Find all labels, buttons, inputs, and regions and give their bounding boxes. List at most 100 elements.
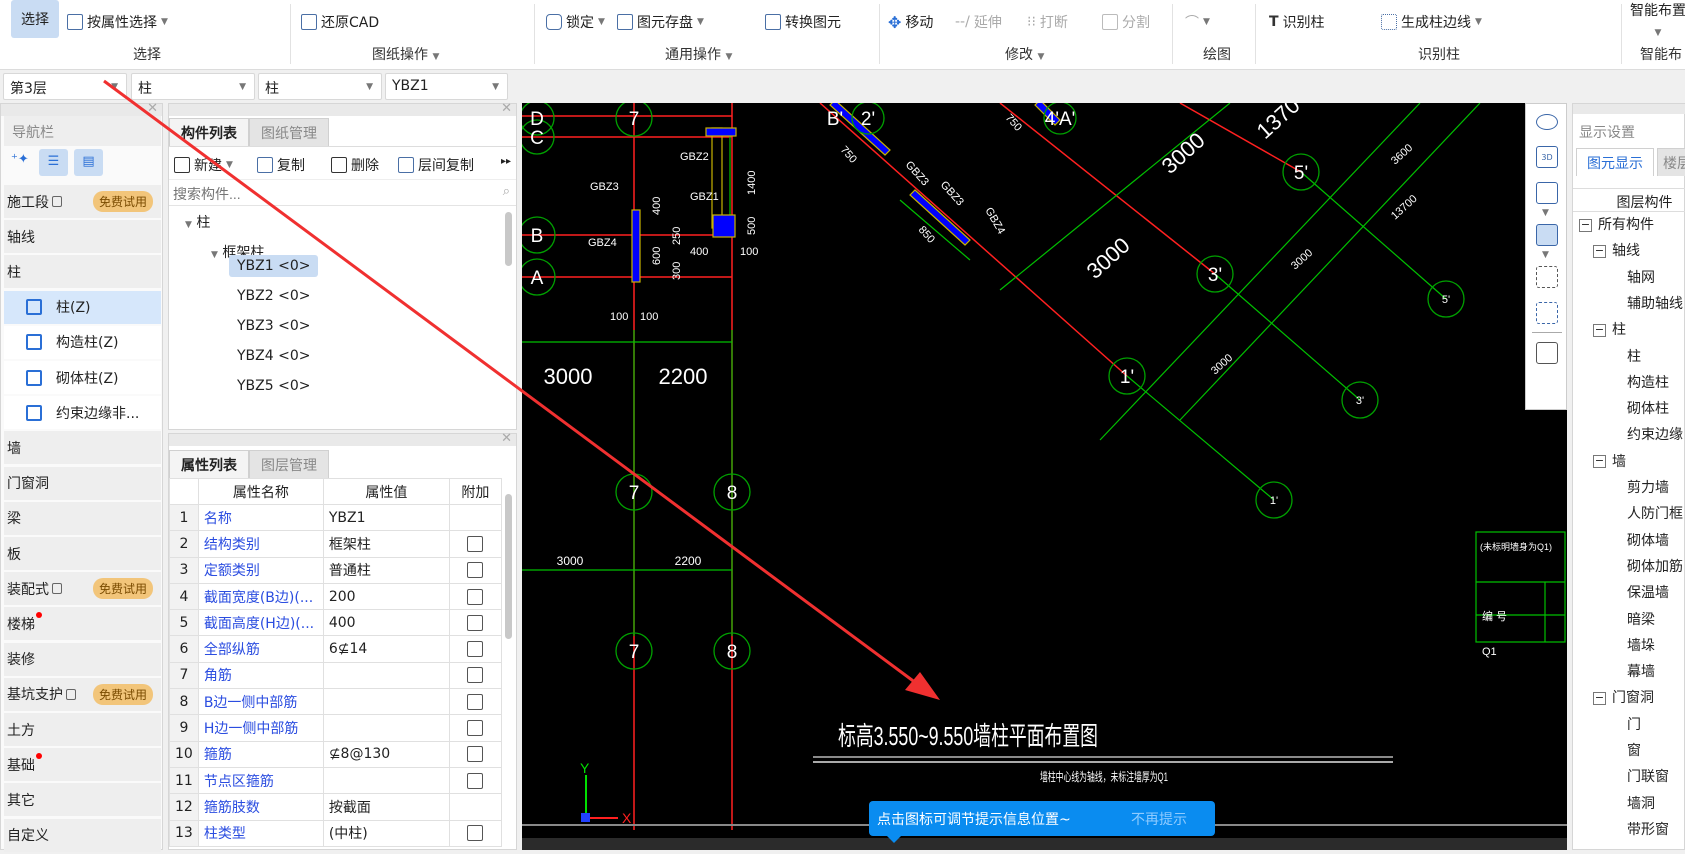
close-icon[interactable]: ✕ <box>147 101 158 116</box>
layer-tree-item[interactable]: − 柱 <box>1593 319 1626 339</box>
collapse-icon[interactable]: − <box>1579 218 1592 232</box>
layer-tree-item[interactable]: 暗梁 <box>1627 609 1655 629</box>
tree-node-column[interactable]: ▼ 柱 <box>185 212 210 232</box>
property-row[interactable]: 3 定额类别 普通柱 <box>169 556 502 584</box>
tab-layer-management[interactable]: 图层管理 <box>249 450 329 478</box>
property-row[interactable]: 10 箍筋 ⊈8@130 <box>169 740 502 768</box>
shaded-cube-icon[interactable] <box>1536 224 1558 246</box>
layer-tree-item[interactable]: 幕墙 <box>1627 661 1655 681</box>
extra-checkbox[interactable] <box>467 746 484 763</box>
nav-item[interactable]: 砌体柱(Z) <box>4 361 161 394</box>
property-row[interactable]: 9 H边一侧中部筋 <box>169 714 502 742</box>
property-row[interactable]: 12 箍筋肢数 按截面 <box>169 793 502 821</box>
tab-floor-display[interactable]: 楼层 <box>1657 148 1685 176</box>
layer-tree-item[interactable]: 墙洞 <box>1627 793 1655 813</box>
extra-checkbox[interactable] <box>467 588 484 605</box>
select-by-attribute-button[interactable]: 按属性选择 ▼ <box>67 12 168 32</box>
component-search-input[interactable] <box>169 182 516 206</box>
layer-tree-item[interactable]: 墙垛 <box>1627 635 1655 655</box>
component-item[interactable]: YBZ1 <0> <box>229 255 319 277</box>
search-icon[interactable]: ⌕ <box>503 184 510 199</box>
layer-tree-item[interactable]: 辅助轴线 <box>1627 293 1683 313</box>
copy-button[interactable]: 复制 <box>257 155 305 175</box>
nav-item[interactable]: 土方 <box>4 713 161 746</box>
nav-item[interactable]: 柱(Z) <box>4 290 161 324</box>
draw-arc-dropdown[interactable]: ⌒ ▼ <box>1185 12 1210 32</box>
extra-checkbox[interactable] <box>467 535 484 552</box>
caret-icon[interactable]: ▼ <box>1542 208 1549 218</box>
property-value[interactable] <box>322 661 450 690</box>
extend-button[interactable]: --/延伸 <box>955 12 1002 32</box>
type-dropdown[interactable]: 柱 ▼ <box>131 73 255 100</box>
subtype-dropdown[interactable]: 柱 ▼ <box>258 73 382 100</box>
close-icon[interactable]: ✕ <box>501 101 512 116</box>
component-item[interactable]: YBZ4 <0> <box>229 345 318 367</box>
layer-tree-item[interactable]: 门联窗 <box>1627 766 1669 786</box>
nav-item[interactable]: 基础 <box>4 748 161 782</box>
property-row[interactable]: 6 全部纵筋 6⊈14 <box>169 635 502 663</box>
layer-tree-item[interactable]: 柱 <box>1627 346 1641 366</box>
tab-drawing-management[interactable]: 图纸管理 <box>249 118 329 146</box>
identify-column-button[interactable]: T 识别柱 <box>1269 12 1325 32</box>
sparkle-icon[interactable]: ⁺✦ <box>11 152 29 167</box>
layer-tree-item[interactable]: 砌体墙 <box>1627 530 1669 550</box>
tab-component-list[interactable]: 构件列表 <box>169 118 249 146</box>
break-button[interactable]: ⁝⁝ 打断 <box>1027 12 1068 32</box>
property-value[interactable] <box>322 714 450 742</box>
nav-item[interactable]: 自定义 <box>4 818 161 852</box>
caret-icon[interactable]: ▼ <box>1542 250 1549 260</box>
extra-checkbox[interactable] <box>467 614 484 631</box>
delete-button[interactable]: 删除 <box>331 155 379 175</box>
layer-tree-item[interactable]: 剪力墙 <box>1627 477 1669 497</box>
free-trial-badge[interactable]: 免费试用 <box>92 578 153 600</box>
layer-tree-item[interactable]: 带形窗 <box>1627 819 1669 839</box>
select-button[interactable]: 选择 <box>11 0 59 38</box>
nav-item[interactable]: 轴线 <box>4 220 161 254</box>
nav-item[interactable]: 柱 <box>4 255 161 289</box>
smart-layout-button[interactable]: 智能布置 ▼ <box>1630 0 1685 38</box>
cube-view-icon[interactable] <box>1536 182 1558 204</box>
property-value[interactable]: 框架柱 <box>322 530 450 558</box>
nav-item[interactable]: 楼梯 <box>4 607 161 641</box>
nav-item[interactable]: 梁 <box>4 501 161 535</box>
layer-tree-item[interactable]: 人防门框 <box>1627 503 1683 523</box>
property-row[interactable]: 2 结构类别 框架柱 <box>169 530 502 558</box>
generate-column-edge-button[interactable]: 生成柱边线 ▼ <box>1381 12 1482 32</box>
tab-element-display[interactable]: 图元显示 <box>1576 148 1654 176</box>
property-row[interactable]: 5 截面高度(H边)(... 400 <box>169 609 502 637</box>
nav-item[interactable]: 基坑支护 免费试用 <box>4 677 161 711</box>
collapse-icon[interactable]: − <box>1593 323 1606 337</box>
convert-elements-button[interactable]: 转换图元 <box>765 12 841 32</box>
property-value[interactable]: 按截面 <box>322 793 450 821</box>
component-item[interactable]: YBZ3 <0> <box>229 315 318 337</box>
split-button[interactable]: 分割 <box>1102 12 1150 32</box>
layer-tree-item[interactable]: 门 <box>1627 714 1641 734</box>
layer-tree-item[interactable]: 轴网 <box>1627 267 1655 287</box>
layer-tree-item[interactable]: 窗 <box>1627 740 1641 760</box>
extra-checkbox[interactable] <box>467 667 484 684</box>
restore-cad-button[interactable]: 还原CAD <box>301 12 379 32</box>
component-dropdown[interactable]: YBZ1 ▼ <box>385 73 508 100</box>
free-trial-badge[interactable]: 免费试用 <box>92 191 153 212</box>
extra-checkbox[interactable] <box>467 720 484 737</box>
extra-checkbox[interactable] <box>467 641 484 658</box>
extra-checkbox[interactable] <box>467 693 484 710</box>
lock-button[interactable]: 锁定 ▼ <box>546 12 605 32</box>
cad-canvas[interactable]: DC 7 BA 7 8 7 8 1' 3' 5' 2' B' 4'A' 3' 1' 5' 300… <box>518 92 1567 850</box>
orbit-icon[interactable] <box>1536 114 1558 130</box>
property-row[interactable]: 4 截面宽度(B边)(... 200 <box>169 582 502 611</box>
group-label-drawing-ops[interactable]: 图纸操作 ▼ <box>372 44 439 64</box>
zoom-extents-icon[interactable] <box>1536 266 1558 288</box>
group-label-common-ops[interactable]: 通用操作 ▼ <box>665 44 732 64</box>
property-value[interactable]: 普通柱 <box>322 556 450 584</box>
list-view-icon[interactable]: ☰ <box>39 149 68 176</box>
close-icon[interactable]: ✕ <box>501 431 512 446</box>
property-value[interactable]: 400 <box>322 609 450 637</box>
layer-tree-item[interactable]: 砌体加筋 <box>1627 556 1683 576</box>
move-button[interactable]: ✥ 移动 <box>888 12 933 32</box>
layer-tree-item[interactable]: 约束边缘 <box>1627 424 1683 444</box>
nav-item[interactable]: 装修 <box>4 642 161 676</box>
select-box-cube-icon[interactable] <box>1536 302 1558 324</box>
nav-item[interactable]: 施工段 免费试用 <box>4 185 161 218</box>
nav-item[interactable]: 板 <box>4 537 161 570</box>
